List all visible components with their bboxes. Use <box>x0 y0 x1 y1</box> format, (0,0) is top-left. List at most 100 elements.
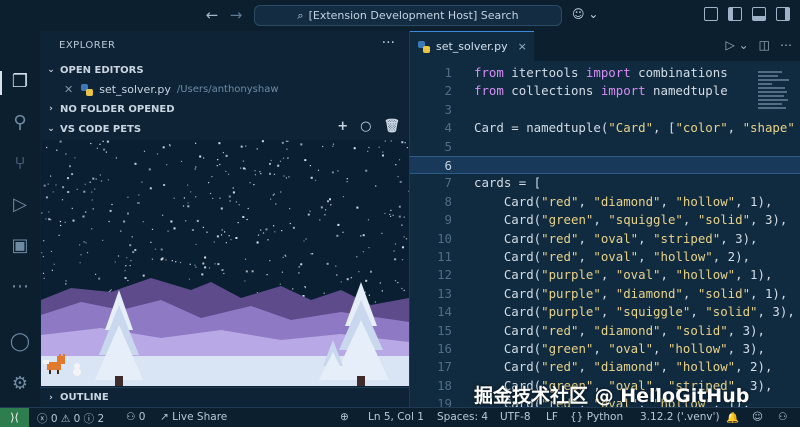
end-of-line[interactable]: LF <box>546 411 558 423</box>
code-line[interactable]: 7 cards = [ <box>410 174 800 192</box>
section-label: NO FOLDER OPENED <box>60 103 175 115</box>
line-text: Card("red", "diamond", "solid", 3), <box>474 322 765 338</box>
activity-bar: ❐ ⚲ ⑂ ▷ ▣ ⋯ ◯ ⚙ <box>0 31 40 407</box>
code-line[interactable]: 6 <box>410 156 800 175</box>
code-line[interactable]: 13 Card("purple", "diamond", "solid", 1)… <box>410 285 800 303</box>
source-control-icon[interactable]: ⑂ <box>9 153 31 175</box>
live-share-status[interactable]: ↗ Live Share <box>160 411 227 423</box>
accounts-status-icon[interactable]: ⚇ <box>778 411 787 423</box>
line-text: Card("purple", "oval", "hollow", 1), <box>474 267 773 283</box>
indentation[interactable]: Spaces: 4 <box>437 411 488 423</box>
arrow-right-icon[interactable]: → <box>228 7 244 23</box>
toggle-secondary-sidebar-icon[interactable] <box>776 7 790 21</box>
more-icon[interactable]: ⋯ <box>9 276 31 298</box>
cursor-position[interactable]: Ln 5, Col 1 <box>368 411 424 423</box>
line-text: Card("red", "oval", "striped", 3), <box>474 230 758 246</box>
section-no-folder[interactable]: › NO FOLDER OPENED <box>40 99 410 119</box>
section-vscode-pets[interactable]: ⌄ VS CODE PETS + ○ 🗑 <box>40 119 410 139</box>
line-text: Card("red", "diamond", "hollow", 2), <box>474 359 773 375</box>
line-number: 14 <box>437 304 452 320</box>
throw-ball-icon[interactable]: ○ <box>360 119 371 134</box>
run-python-icon[interactable]: ▷ ⌄ <box>726 38 749 52</box>
language-label: Python <box>586 411 624 423</box>
code-line[interactable]: 5 <box>410 138 800 156</box>
error-icon: ⓧ <box>37 413 48 425</box>
more-actions-icon[interactable]: ⋯ <box>780 38 792 52</box>
split-editor-icon[interactable]: ◫ <box>759 38 770 52</box>
error-count: 0 <box>50 413 58 425</box>
copilot-status-icon[interactable]: ☺ <box>752 411 763 423</box>
code-line[interactable]: 4 Card = namedtuple("Card", ["color", "sh… <box>410 119 800 137</box>
ports-icon: ⚇ <box>126 411 136 423</box>
line-number: 3 <box>444 101 452 117</box>
ports-status[interactable]: ⚇ 0 <box>126 411 145 423</box>
notifications-icon[interactable]: 🔔 <box>726 411 739 424</box>
code-editor[interactable]: 1 from itertools import combinations 2 from… <box>410 61 800 407</box>
line-number: 5 <box>444 138 452 154</box>
python-file-icon <box>81 83 94 96</box>
code-line[interactable]: 1 from itertools import combinations <box>410 64 800 82</box>
section-outline[interactable]: › OUTLINE <box>40 387 410 407</box>
line-number: 12 <box>437 267 452 283</box>
live-share-label: Live Share <box>172 411 228 423</box>
run-debug-icon[interactable]: ▷ <box>9 194 31 216</box>
sidebar-title: EXPLORER <box>59 40 116 51</box>
code-line[interactable]: 16 Card("green", "oval", "hollow", 3), <box>410 340 800 358</box>
layout-controls <box>704 7 790 21</box>
code-line[interactable]: 3 <box>410 101 800 119</box>
line-number: 15 <box>437 322 452 338</box>
code-line[interactable]: 15 Card("red", "diamond", "solid", 3), <box>410 322 800 340</box>
close-icon[interactable]: × <box>518 40 527 53</box>
encoding[interactable]: UTF-8 <box>500 411 531 423</box>
live-share-icon: ↗ <box>160 411 169 423</box>
language-mode[interactable]: {} Python <box>570 411 623 423</box>
remove-pet-icon[interactable]: 🗑 <box>383 119 400 134</box>
zoom-icon[interactable]: ⊕ <box>340 411 349 423</box>
line-number: 7 <box>444 175 452 191</box>
customize-layout-icon[interactable] <box>704 7 718 21</box>
code-line[interactable]: 2 from collections import namedtuple <box>410 82 800 100</box>
settings-gear-icon[interactable]: ⚙ <box>9 373 31 395</box>
code-line[interactable]: 8 Card("red", "diamond", "hollow", 1), <box>410 193 800 211</box>
line-number: 11 <box>437 249 452 264</box>
status-bar: ⟩⟨ ⓧ 0 ⚠ 0 ⓘ 2 ⚇ 0 ↗ Live Share ⊕ Ln 5, … <box>0 407 800 427</box>
search-icon[interactable]: ⚲ <box>9 112 31 134</box>
pets-panel[interactable] <box>41 140 409 386</box>
code-line[interactable]: 14 Card("purple", "squiggle", "solid", 3… <box>410 303 800 321</box>
editor-tabs: set_solver.py × ▷ ⌄ ◫ ⋯ <box>410 31 800 61</box>
toggle-panel-icon[interactable] <box>752 7 766 21</box>
more-actions-icon[interactable]: ··· <box>382 35 395 51</box>
minimap[interactable] <box>758 69 792 131</box>
editor-actions: ▷ ⌄ ◫ ⋯ <box>726 38 792 52</box>
line-text: Card("red", "diamond", "hollow", 1), <box>474 193 773 209</box>
open-editor-item[interactable]: ✕ set_solver.py /Users/anthonyshaw <box>40 80 410 99</box>
line-number: 8 <box>444 193 452 209</box>
copilot-icon[interactable]: ☺ ⌄ <box>572 7 598 21</box>
remote-explorer-icon[interactable]: ▣ <box>9 235 31 257</box>
code-line[interactable]: 9 Card("green", "squiggle", "solid", 3), <box>410 211 800 229</box>
line-text: Card("green", "oval", "hollow", 3), <box>474 341 765 356</box>
remote-indicator[interactable]: ⟩⟨ <box>0 408 29 427</box>
code-line[interactable]: 17 Card("red", "diamond", "hollow", 2), <box>410 358 800 376</box>
tab-set-solver[interactable]: set_solver.py × <box>410 31 534 61</box>
chevron-right-icon: › <box>49 104 53 114</box>
account-icon[interactable]: ◯ <box>9 331 31 353</box>
python-interpreter[interactable]: 3.12.2 ('.venv') <box>640 411 720 423</box>
warning-icon: ⚠ <box>60 413 71 425</box>
close-icon[interactable]: ✕ <box>64 83 73 96</box>
toggle-primary-sidebar-icon[interactable] <box>728 7 742 21</box>
arrow-left-icon[interactable]: ← <box>204 7 220 23</box>
code-line[interactable]: 10 Card("red", "oval", "striped", 3), <box>410 230 800 248</box>
problems-status[interactable]: ⓧ 0 ⚠ 0 ⓘ 2 <box>37 411 104 426</box>
pet-actions: + ○ 🗑 <box>337 119 400 134</box>
code-line[interactable]: 11 Card("red", "oval", "hollow", 2), <box>410 248 800 266</box>
section-label: OUTLINE <box>60 392 109 403</box>
command-center-search[interactable]: ⌕ [Extension Development Host] Search <box>254 5 562 26</box>
section-open-editors[interactable]: ⌄ OPEN EDITORS <box>40 60 410 80</box>
line-number: 17 <box>437 359 452 375</box>
add-pet-icon[interactable]: + <box>337 119 348 134</box>
code-line[interactable]: 12 Card("purple", "oval", "hollow", 1), <box>410 266 800 284</box>
warning-count: 0 <box>73 413 81 425</box>
ports-count: 0 <box>138 411 146 423</box>
explorer-icon[interactable]: ❐ <box>9 71 31 93</box>
